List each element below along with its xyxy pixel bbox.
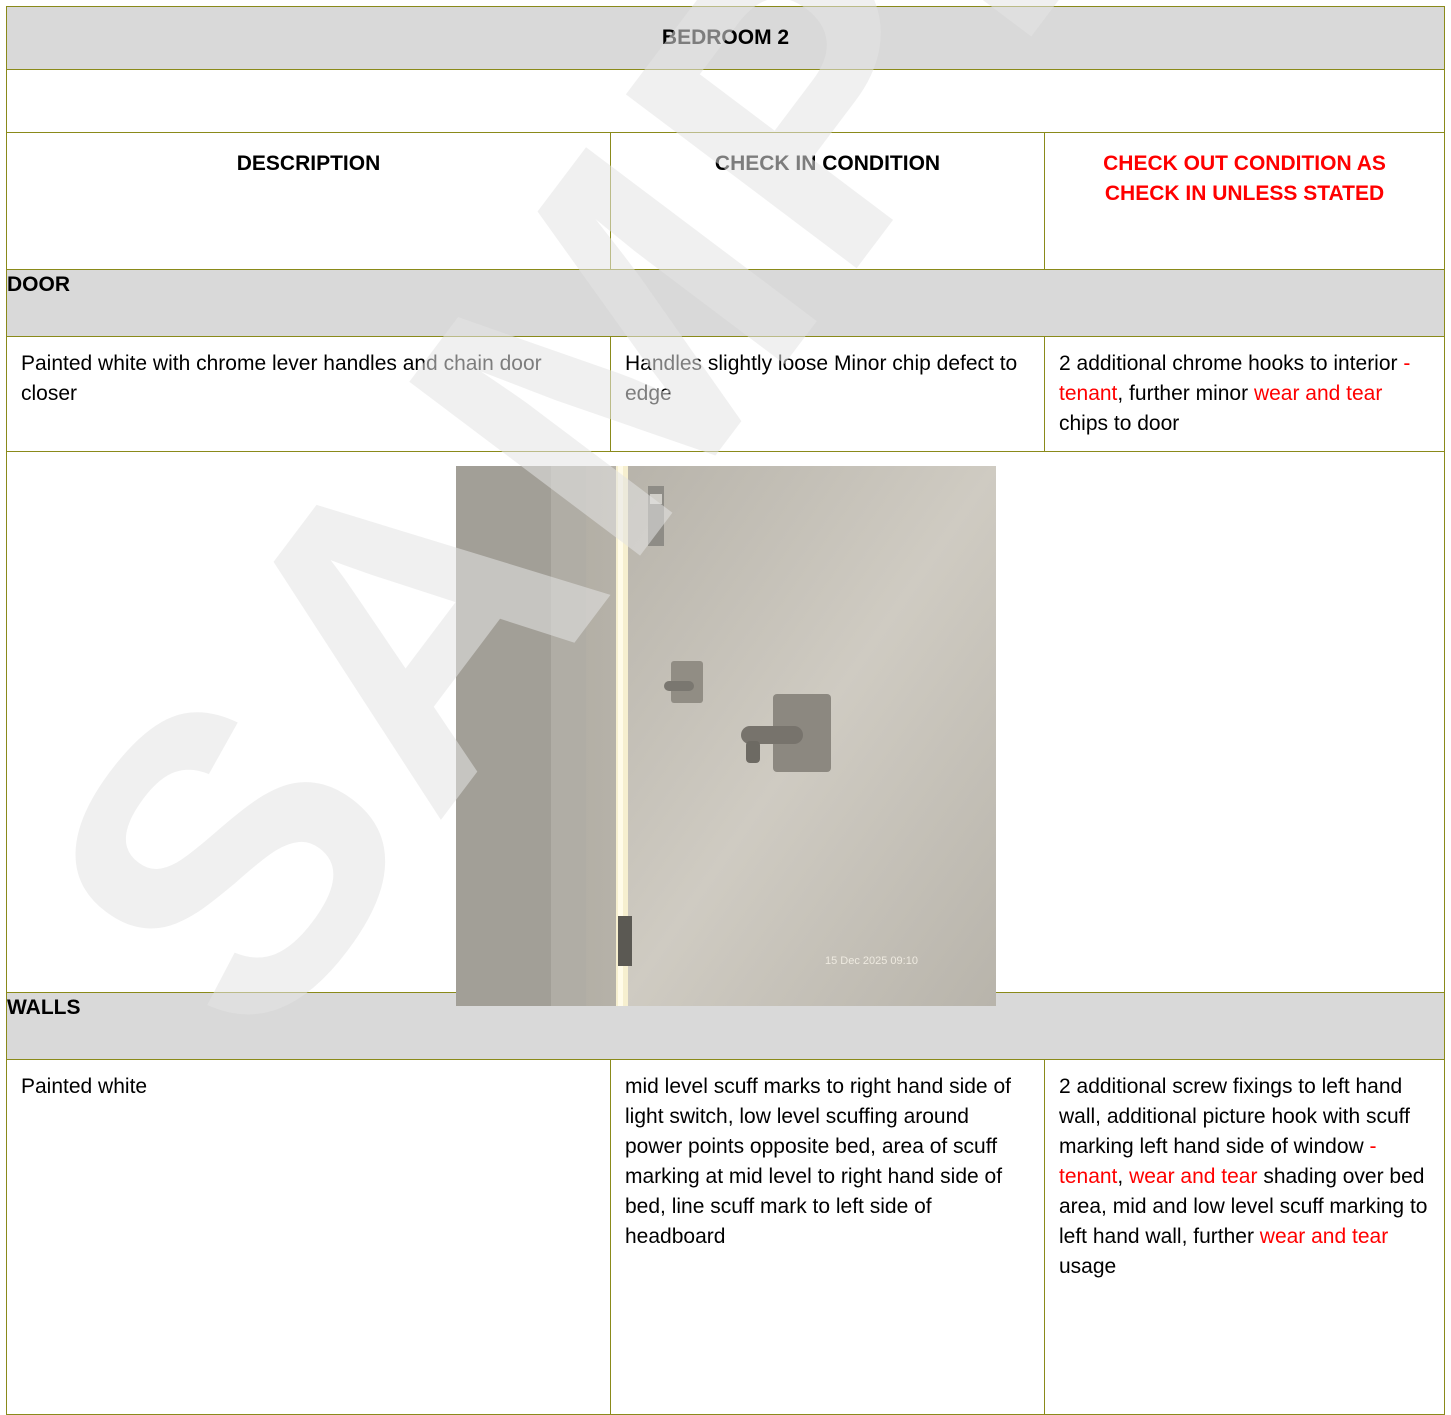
door-photo-cell: 15 Dec 2025 09:10 [5, 451, 1446, 1006]
column-header-check-in: CHECK IN CONDITION [610, 132, 1045, 270]
column-header-description: DESCRIPTION [6, 132, 611, 270]
condition-text: 2 additional chrome hooks to interior [1059, 352, 1404, 375]
condition-text: usage [1059, 1255, 1117, 1278]
highlight-text: wear and tear [1129, 1165, 1258, 1188]
room-title: BEDROOM 2 [5, 6, 1446, 70]
blank-row [5, 69, 1446, 133]
condition-text: 2 additional screw fixings to left hand … [1059, 1075, 1410, 1158]
highlight-text: wear and tear [1259, 1225, 1389, 1248]
condition-text: , further minor [1117, 382, 1254, 405]
highlight-text: wear and tear [1253, 382, 1383, 405]
door-check-out: 2 additional chrome hooks to interior - … [1043, 336, 1446, 452]
walls-check-in: mid level scuff marks to right hand side… [610, 1059, 1045, 1415]
walls-check-out: 2 additional screw fixings to left hand … [1043, 1059, 1446, 1415]
photo-timestamp: 15 Dec 2025 09:10 [825, 955, 918, 967]
walls-description: Painted white [6, 1059, 611, 1415]
condition-text: , [1117, 1165, 1130, 1188]
door-photo [456, 466, 996, 1006]
section-header-door: DOOR [5, 269, 1446, 337]
door-check-in: Handles slightly loose Minor chip defect… [610, 336, 1045, 452]
door-description: Painted white with chrome lever handles … [6, 336, 611, 452]
column-header-check-out: CHECK OUT CONDITION AS CHECK IN UNLESS S… [1043, 132, 1446, 270]
inventory-table: BEDROOM 2 DESCRIPTION CHECK IN CONDITION… [5, 6, 1446, 1415]
condition-text: chips to door [1059, 412, 1180, 435]
